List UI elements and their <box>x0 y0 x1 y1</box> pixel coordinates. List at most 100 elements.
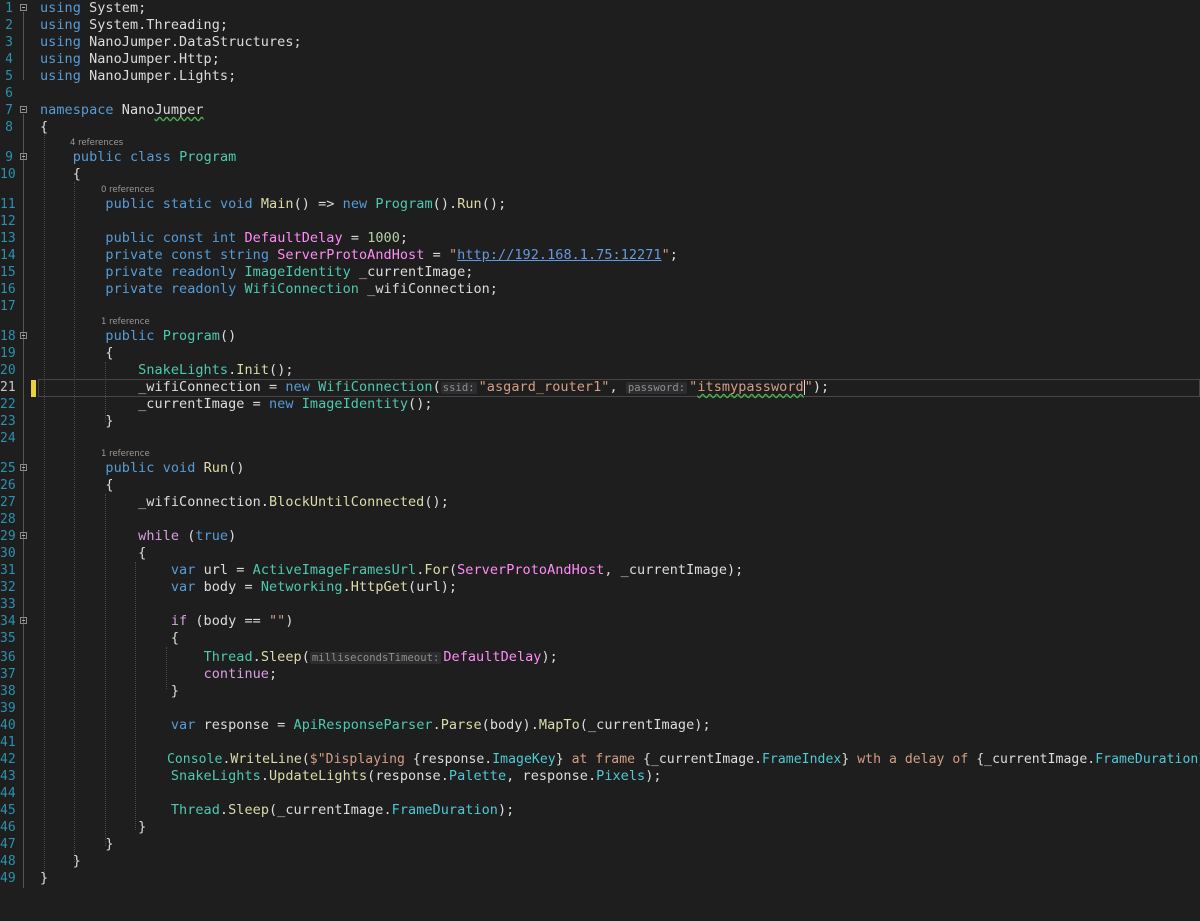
line-number: 31 <box>0 563 16 578</box>
code-text: } <box>40 870 49 886</box>
code-lens-references[interactable]: 1 reference <box>101 317 150 328</box>
line-number: 30 <box>0 546 16 561</box>
code-line: 13 public const int DefaultDelay = 1000; <box>0 230 1200 247</box>
code-text: var body = Networking.HttpGet(url); <box>170 579 458 595</box>
fold-toggle-icon[interactable] <box>20 464 27 471</box>
line-number: 15 <box>0 265 16 280</box>
line-number: 13 <box>0 231 16 246</box>
code-line: 16 private readonly WifiConnection _wifi… <box>0 281 1200 298</box>
code-text: { <box>40 166 81 182</box>
code-text: public const int DefaultDelay = 1000; <box>105 230 409 246</box>
inlay-hint-ssid: ssid: <box>440 382 477 394</box>
code-text: public static void Main() => new Program… <box>105 196 507 212</box>
code-line: 49 } <box>0 870 1200 887</box>
code-line: 26 { <box>0 477 1200 494</box>
line-number: 43 <box>0 769 16 784</box>
code-line: 15 private readonly ImageIdentity _curre… <box>0 264 1200 281</box>
code-text: Console.WriteLine($"Displaying {response… <box>166 752 1200 767</box>
code-text: namespace NanoJumper <box>40 102 204 118</box>
code-line: 19 { <box>0 345 1200 362</box>
code-line: 35 { <box>0 630 1200 647</box>
code-line: 29 while (true) <box>0 528 1200 545</box>
line-number: 45 <box>0 803 16 818</box>
code-text: while (true) <box>138 528 237 544</box>
fold-toggle-icon[interactable] <box>20 617 27 624</box>
code-line: 23 } <box>0 413 1200 430</box>
code-line: 36 Thread.Sleep(millisecondsTimeout: Defa… <box>0 649 1200 666</box>
line-number: 41 <box>0 735 16 750</box>
code-line: 46 } <box>0 819 1200 836</box>
code-line: 10 { <box>0 166 1200 183</box>
code-line: 8 { <box>0 119 1200 136</box>
inlay-hint-timeout: millisecondsTimeout: <box>309 652 442 664</box>
code-text: using NanoJumper.Http; <box>40 51 220 67</box>
code-line: 22 _currentImage = new ImageIdentity(); <box>0 396 1200 413</box>
line-number: 38 <box>0 684 16 699</box>
line-number: 8 <box>5 120 13 135</box>
code-line: 4 using NanoJumper.Http; <box>0 51 1200 68</box>
line-number: 16 <box>0 282 16 297</box>
fold-toggle-icon[interactable] <box>20 4 27 11</box>
line-number: 39 <box>0 701 16 716</box>
fold-toggle-icon[interactable] <box>20 332 27 339</box>
code-line: 44 <box>0 785 1200 802</box>
code-line: 9 public class Program <box>0 149 1200 166</box>
code-line: 28 <box>0 511 1200 528</box>
code-text: continue; <box>203 666 278 682</box>
code-text: { <box>40 119 49 135</box>
line-number: 25 <box>0 461 16 476</box>
code-lens-references[interactable]: 4 references <box>70 138 123 149</box>
line-number: 11 <box>0 197 16 212</box>
code-line: 20 SnakeLights.Init(); <box>0 362 1200 379</box>
code-line: 40 var response = ApiResponseParser.Pars… <box>0 717 1200 734</box>
code-line: 2 using System.Threading; <box>0 17 1200 34</box>
code-editor[interactable]: 1 using System; 2 using System.Threading… <box>0 0 1200 921</box>
fold-toggle-icon[interactable] <box>20 106 27 113</box>
code-text: { <box>40 630 180 646</box>
line-number: 24 <box>0 431 16 446</box>
code-text: } <box>40 413 114 429</box>
code-line: 39 <box>0 700 1200 717</box>
code-lens-references[interactable]: 1 reference <box>101 449 150 460</box>
code-line: 7 namespace NanoJumper <box>0 102 1200 119</box>
code-line: 14 private const string ServerProtoAndHo… <box>0 247 1200 264</box>
line-number: 46 <box>0 820 16 835</box>
line-number: 23 <box>0 414 16 429</box>
line-number: 22 <box>0 397 16 412</box>
fold-toggle-icon[interactable] <box>20 532 27 539</box>
line-number: 21 <box>0 380 16 395</box>
code-line: 6 <box>0 85 1200 102</box>
code-line: 3 using NanoJumper.DataStructures; <box>0 34 1200 51</box>
code-text: } <box>40 683 180 699</box>
line-number: 40 <box>0 718 16 733</box>
line-number: 10 <box>0 167 16 182</box>
line-number: 18 <box>0 329 16 344</box>
code-text: private readonly WifiConnection _wifiCon… <box>105 281 498 297</box>
fold-toggle-icon[interactable] <box>20 153 27 160</box>
code-text: public Program() <box>105 328 237 344</box>
line-number: 1 <box>5 1 13 16</box>
code-line: 31 var url = ActiveImageFramesUrl.For(Se… <box>0 562 1200 579</box>
line-number: 44 <box>0 786 16 801</box>
line-number: 14 <box>0 248 16 263</box>
line-number: 17 <box>0 299 16 314</box>
code-line: 37 continue; <box>0 666 1200 683</box>
line-number: 6 <box>5 86 13 101</box>
code-text: } <box>40 853 81 869</box>
code-text: private const string ServerProtoAndHost … <box>105 247 678 263</box>
line-number: 5 <box>5 69 13 84</box>
code-text: var response = ApiResponseParser.Parse(b… <box>170 717 711 733</box>
code-text: using NanoJumper.Lights; <box>40 68 237 84</box>
code-text: if (body == "") <box>170 613 294 629</box>
line-number: 19 <box>0 346 16 361</box>
code-text: private readonly ImageIdentity _currentI… <box>105 264 474 280</box>
code-line-active[interactable]: 21 _wifiConnection = new WifiConnection(… <box>0 379 1200 396</box>
code-line: 38 } <box>0 683 1200 700</box>
code-lens-references[interactable]: 0 references <box>101 185 154 196</box>
code-text: Thread.Sleep(_currentImage.FrameDuration… <box>170 802 515 818</box>
line-number: 48 <box>0 854 16 869</box>
code-text: _wifiConnection.BlockUntilConnected(); <box>40 494 449 510</box>
code-line: 12 <box>0 213 1200 230</box>
line-number: 2 <box>5 18 13 33</box>
code-line: 45 Thread.Sleep(_currentImage.FrameDurat… <box>0 802 1200 819</box>
